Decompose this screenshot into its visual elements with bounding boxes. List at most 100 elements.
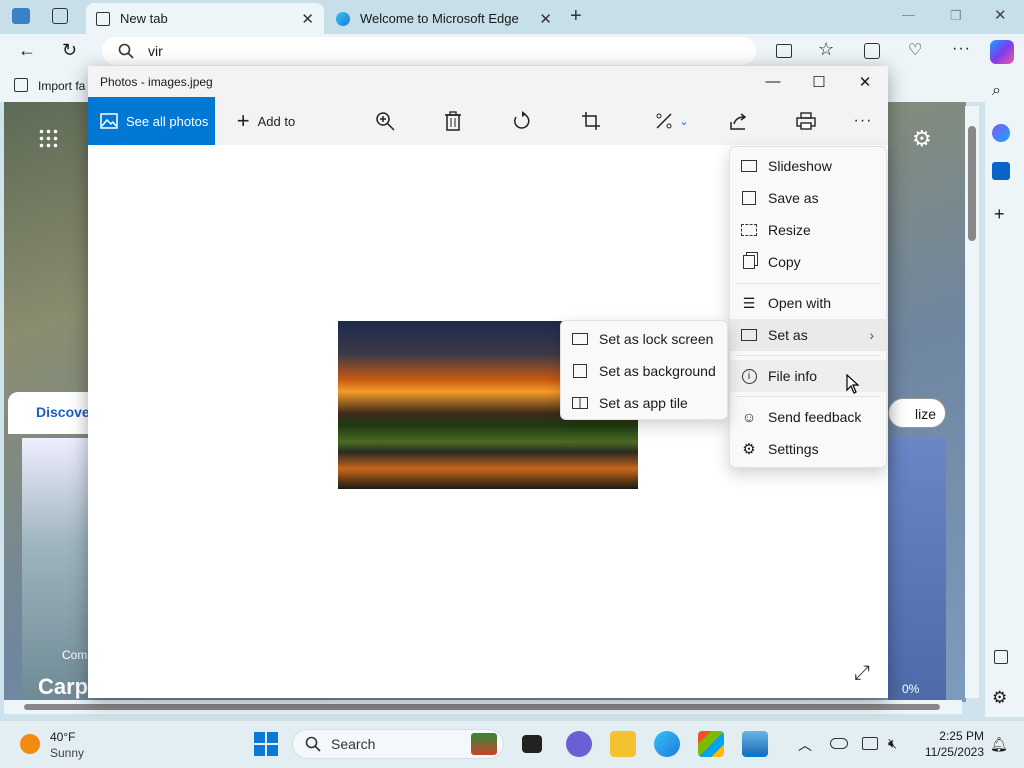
card-source: Com bbox=[62, 648, 88, 662]
edge-logo-icon bbox=[336, 11, 350, 26]
file-explorer-icon[interactable] bbox=[610, 731, 636, 757]
discover-pill[interactable]: Discover bbox=[8, 392, 95, 434]
zoom-in-button[interactable] bbox=[370, 97, 400, 145]
edit-button[interactable]: ⌄ bbox=[650, 97, 694, 145]
refresh-icon[interactable]: ↻ bbox=[62, 40, 77, 61]
menu-item-slideshow[interactable]: Slideshow bbox=[730, 150, 886, 182]
sidebar-add-icon[interactable]: + bbox=[994, 204, 1005, 225]
back-icon[interactable]: ← bbox=[18, 40, 36, 61]
collections-icon[interactable] bbox=[864, 43, 880, 59]
import-favorites-link[interactable]: Import fa bbox=[38, 79, 85, 93]
personalize-label: lize bbox=[915, 406, 937, 422]
print-button[interactable] bbox=[791, 97, 821, 145]
chevron-right-icon: › bbox=[869, 327, 874, 343]
more-options-icon[interactable]: ··· bbox=[952, 40, 971, 58]
menu-item-set-app-tile[interactable]: Set as app tile bbox=[561, 387, 727, 419]
store-icon[interactable] bbox=[698, 731, 724, 757]
lock-screen-icon bbox=[571, 330, 589, 348]
share-icon bbox=[730, 113, 747, 130]
scrollbar-thumb[interactable] bbox=[968, 126, 976, 241]
vertical-scrollbar[interactable] bbox=[965, 106, 979, 698]
horizontal-scrollbar[interactable] bbox=[4, 700, 962, 714]
close-window-icon[interactable]: ✕ bbox=[994, 6, 1007, 24]
menu-item-label: Copy bbox=[768, 254, 801, 270]
weather-percent: 0% bbox=[902, 682, 920, 696]
search-placeholder: Search bbox=[331, 736, 376, 752]
mouse-cursor-icon bbox=[846, 374, 860, 394]
photos-close-button[interactable]: ✕ bbox=[842, 66, 888, 97]
share-button[interactable] bbox=[724, 97, 754, 145]
clock[interactable]: 2:25 PM 11/25/2023 bbox=[918, 728, 984, 760]
menu-item-send-feedback[interactable]: ☺ Send feedback bbox=[730, 401, 886, 433]
see-all-photos-button[interactable]: See all photos bbox=[88, 97, 215, 145]
menu-item-label: Open with bbox=[768, 295, 832, 311]
task-view-icon[interactable] bbox=[522, 735, 542, 753]
show-hidden-icons[interactable]: ︿ bbox=[798, 735, 812, 755]
fullscreen-icon[interactable]: ⤢ bbox=[854, 662, 870, 685]
tab-welcome-edge[interactable]: Welcome to Microsoft Edge ✕ bbox=[326, 3, 562, 34]
rotate-button[interactable] bbox=[507, 97, 537, 145]
page-settings-icon[interactable]: ⚙ bbox=[912, 126, 932, 152]
copilot-icon[interactable] bbox=[990, 40, 1014, 64]
start-button[interactable] bbox=[254, 732, 278, 756]
menu-item-file-info[interactable]: i File info bbox=[730, 360, 886, 392]
menu-item-copy[interactable]: Copy bbox=[730, 246, 886, 278]
more-button[interactable]: ··· bbox=[848, 97, 878, 145]
sidebar-copilot-icon[interactable] bbox=[992, 124, 1010, 142]
personalize-button[interactable]: lize bbox=[888, 398, 946, 428]
print-icon bbox=[796, 112, 816, 130]
sidebar-outlook-icon[interactable] bbox=[992, 162, 1010, 180]
favorites-icon[interactable]: ☆ bbox=[818, 39, 834, 60]
tab-actions-icon[interactable] bbox=[52, 8, 68, 24]
feedback-icon: ☺ bbox=[741, 409, 757, 425]
menu-item-settings[interactable]: ⚙ Settings bbox=[730, 433, 886, 465]
crop-button[interactable] bbox=[576, 97, 606, 145]
add-to-button[interactable]: + Add to bbox=[226, 97, 306, 145]
display-icon[interactable] bbox=[862, 737, 878, 750]
menu-item-label: Set as background bbox=[599, 363, 716, 379]
tab-label: Welcome to Microsoft Edge bbox=[360, 11, 519, 26]
info-icon: i bbox=[740, 367, 758, 385]
address-input[interactable]: vir bbox=[148, 43, 163, 59]
news-card[interactable]: Com Carp bbox=[22, 438, 88, 700]
menu-item-set-as[interactable]: Set as › bbox=[730, 319, 886, 351]
sidebar-panel-icon[interactable] bbox=[994, 650, 1008, 664]
menu-item-set-lock-screen[interactable]: Set as lock screen bbox=[561, 323, 727, 355]
menu-item-resize[interactable]: Resize bbox=[730, 214, 886, 246]
profile-icon[interactable] bbox=[12, 8, 30, 24]
close-tab-icon[interactable]: ✕ bbox=[301, 10, 314, 28]
volume-mute-icon[interactable]: 🔇︎ bbox=[888, 735, 897, 752]
split-screen-icon[interactable] bbox=[776, 44, 792, 58]
menu-item-open-with[interactable]: ☰ Open with bbox=[730, 287, 886, 319]
address-bar[interactable]: vir bbox=[102, 37, 756, 65]
photos-taskbar-icon[interactable] bbox=[742, 731, 768, 757]
menu-item-save-as[interactable]: Save as bbox=[730, 182, 886, 214]
sidebar-settings-icon[interactable]: ⚙ bbox=[992, 688, 1007, 708]
weather-widget[interactable]: 40°F Sunny bbox=[20, 730, 90, 762]
close-tab-icon[interactable]: ✕ bbox=[539, 10, 552, 28]
weather-card[interactable]: 0% bbox=[888, 438, 946, 700]
photos-maximize-button[interactable]: ☐ bbox=[796, 66, 842, 97]
menu-item-label: Slideshow bbox=[768, 158, 832, 174]
notifications-icon[interactable]: 🔔︎ bbox=[990, 736, 1008, 753]
delete-button[interactable] bbox=[438, 97, 468, 145]
apps-grid-icon[interactable] bbox=[38, 128, 58, 148]
photos-minimize-button[interactable]: — bbox=[750, 66, 796, 97]
minimize-icon[interactable]: — bbox=[902, 7, 915, 22]
restore-icon[interactable]: ❐ bbox=[950, 8, 962, 24]
scrollbar-thumb[interactable] bbox=[24, 704, 940, 710]
discover-label: Discover bbox=[36, 404, 96, 420]
tab-new-tab[interactable]: New tab ✕ bbox=[86, 3, 324, 34]
new-tab-button[interactable]: + bbox=[570, 5, 582, 28]
onedrive-icon[interactable] bbox=[830, 738, 848, 749]
window-title: Photos - images.jpeg bbox=[100, 74, 213, 89]
trash-icon bbox=[445, 111, 461, 131]
sidebar-search-icon[interactable]: ⌕ bbox=[992, 82, 1001, 100]
performance-icon[interactable]: ♡ bbox=[908, 40, 922, 60]
taskbar-search[interactable]: Search bbox=[292, 729, 504, 759]
edge-taskbar-icon[interactable] bbox=[654, 731, 680, 757]
search-highlight-icon bbox=[471, 733, 497, 755]
teams-chat-icon[interactable] bbox=[566, 731, 592, 757]
menu-item-set-background[interactable]: Set as background bbox=[561, 355, 727, 387]
set-as-submenu: Set as lock screen Set as background Set… bbox=[560, 320, 728, 420]
